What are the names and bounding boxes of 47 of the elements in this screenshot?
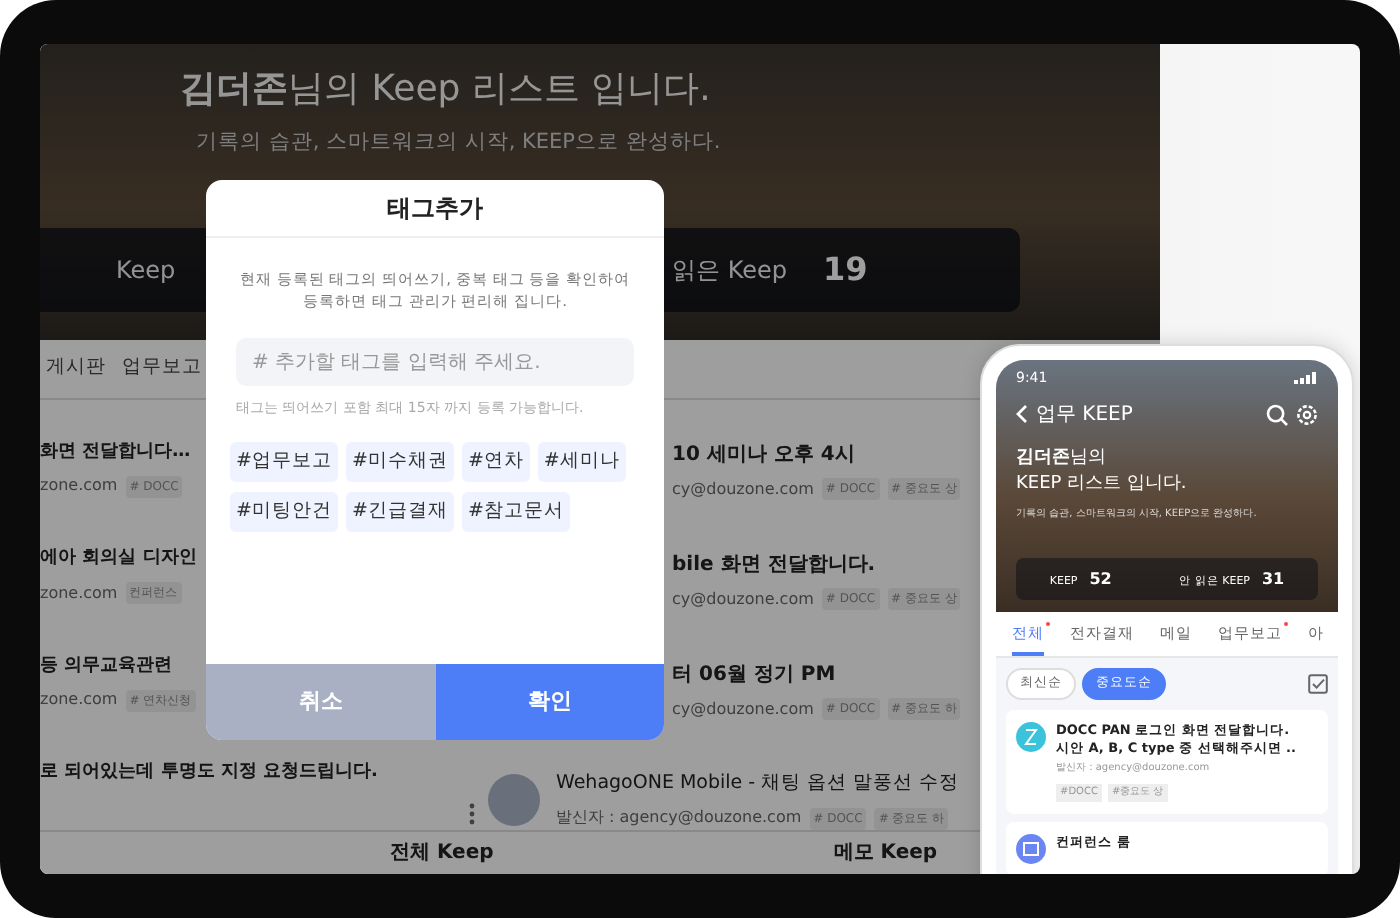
sender-email: zone.com [40,581,118,606]
edit-checkbox-icon[interactable] [1308,674,1328,695]
tag-chip[interactable]: #미수채권 [345,441,454,482]
item-title[interactable]: 화면 전달합니다… [40,439,191,467]
sender-email: cy@douzone.com [672,477,814,502]
sender-email: 발신자 : agency@douzone.com [556,806,802,831]
stat-label: 읽은 Keep [672,254,787,288]
confirm-button[interactable]: 확인 [435,664,664,740]
stat-value: 19 [822,248,868,292]
signal-icon [1294,372,1318,385]
item-title[interactable]: 로 되어있는데 투명도 지정 요청드립니다. [40,760,378,788]
menu-tab[interactable]: 게시판 [46,354,106,383]
avatar [488,773,540,826]
more-icon[interactable] [468,802,476,827]
page-subtitle: 기록의 습관, 스마트워크의 시작, KEEP으로 완성하다. [196,127,723,158]
sender-email: cy@douzone.com [672,587,814,612]
back-icon[interactable] [1016,404,1028,424]
item-title[interactable]: bile 화면 전달합니다. [672,549,876,580]
stat-label: Keep [116,254,176,288]
item-title[interactable]: 10 세미나 오후 4시 [672,439,855,470]
stat-value: 31 [1261,569,1285,587]
item-title[interactable]: WehagoONE Mobile - 채팅 옵션 말풍선 수정 [556,769,960,799]
stat-value: 52 [1089,569,1112,587]
dialog-title: 태그추가 [206,180,664,239]
settings-icon[interactable] [1296,403,1318,425]
tag-chip[interactable]: #연차 [461,441,530,482]
greeting-title: 김더존님의 KEEP 리스트 입니다. [1016,445,1189,498]
sender-email: zone.com [40,474,118,499]
nav-title: 업무 KEEP [1036,401,1135,429]
item-title[interactable]: 등 의무교육관련 [40,653,173,681]
logo-icon [1016,722,1046,752]
item-title[interactable]: 터 06월 정기 PM [672,659,836,690]
item-title[interactable]: 에아 회의실 디자인 [40,546,197,574]
sender-email: zone.com [40,688,118,713]
nav-link[interactable]: 메모 Keep [833,838,938,869]
tag-input-field[interactable]: # 추가할 태그를 입력해 주세요. [236,338,634,387]
tag-chip[interactable]: #업무보고 [230,441,338,482]
tag-chip[interactable]: #긴급결재 [345,491,454,533]
tag-chip[interactable]: #세미나 [537,441,626,482]
menu-tab[interactable]: 업무보고 [122,354,202,383]
nav-link[interactable]: 전체 Keep [390,838,494,869]
page-title: 김더존님의 Keep 리스트 입니다. [180,68,713,112]
calendar-icon [1016,834,1046,865]
tag-chip[interactable]: #미팅안건 [230,491,338,533]
tag-chip[interactable]: #참고문서 [461,491,570,533]
sender-email: cy@douzone.com [672,697,814,722]
search-icon[interactable] [1266,403,1288,425]
